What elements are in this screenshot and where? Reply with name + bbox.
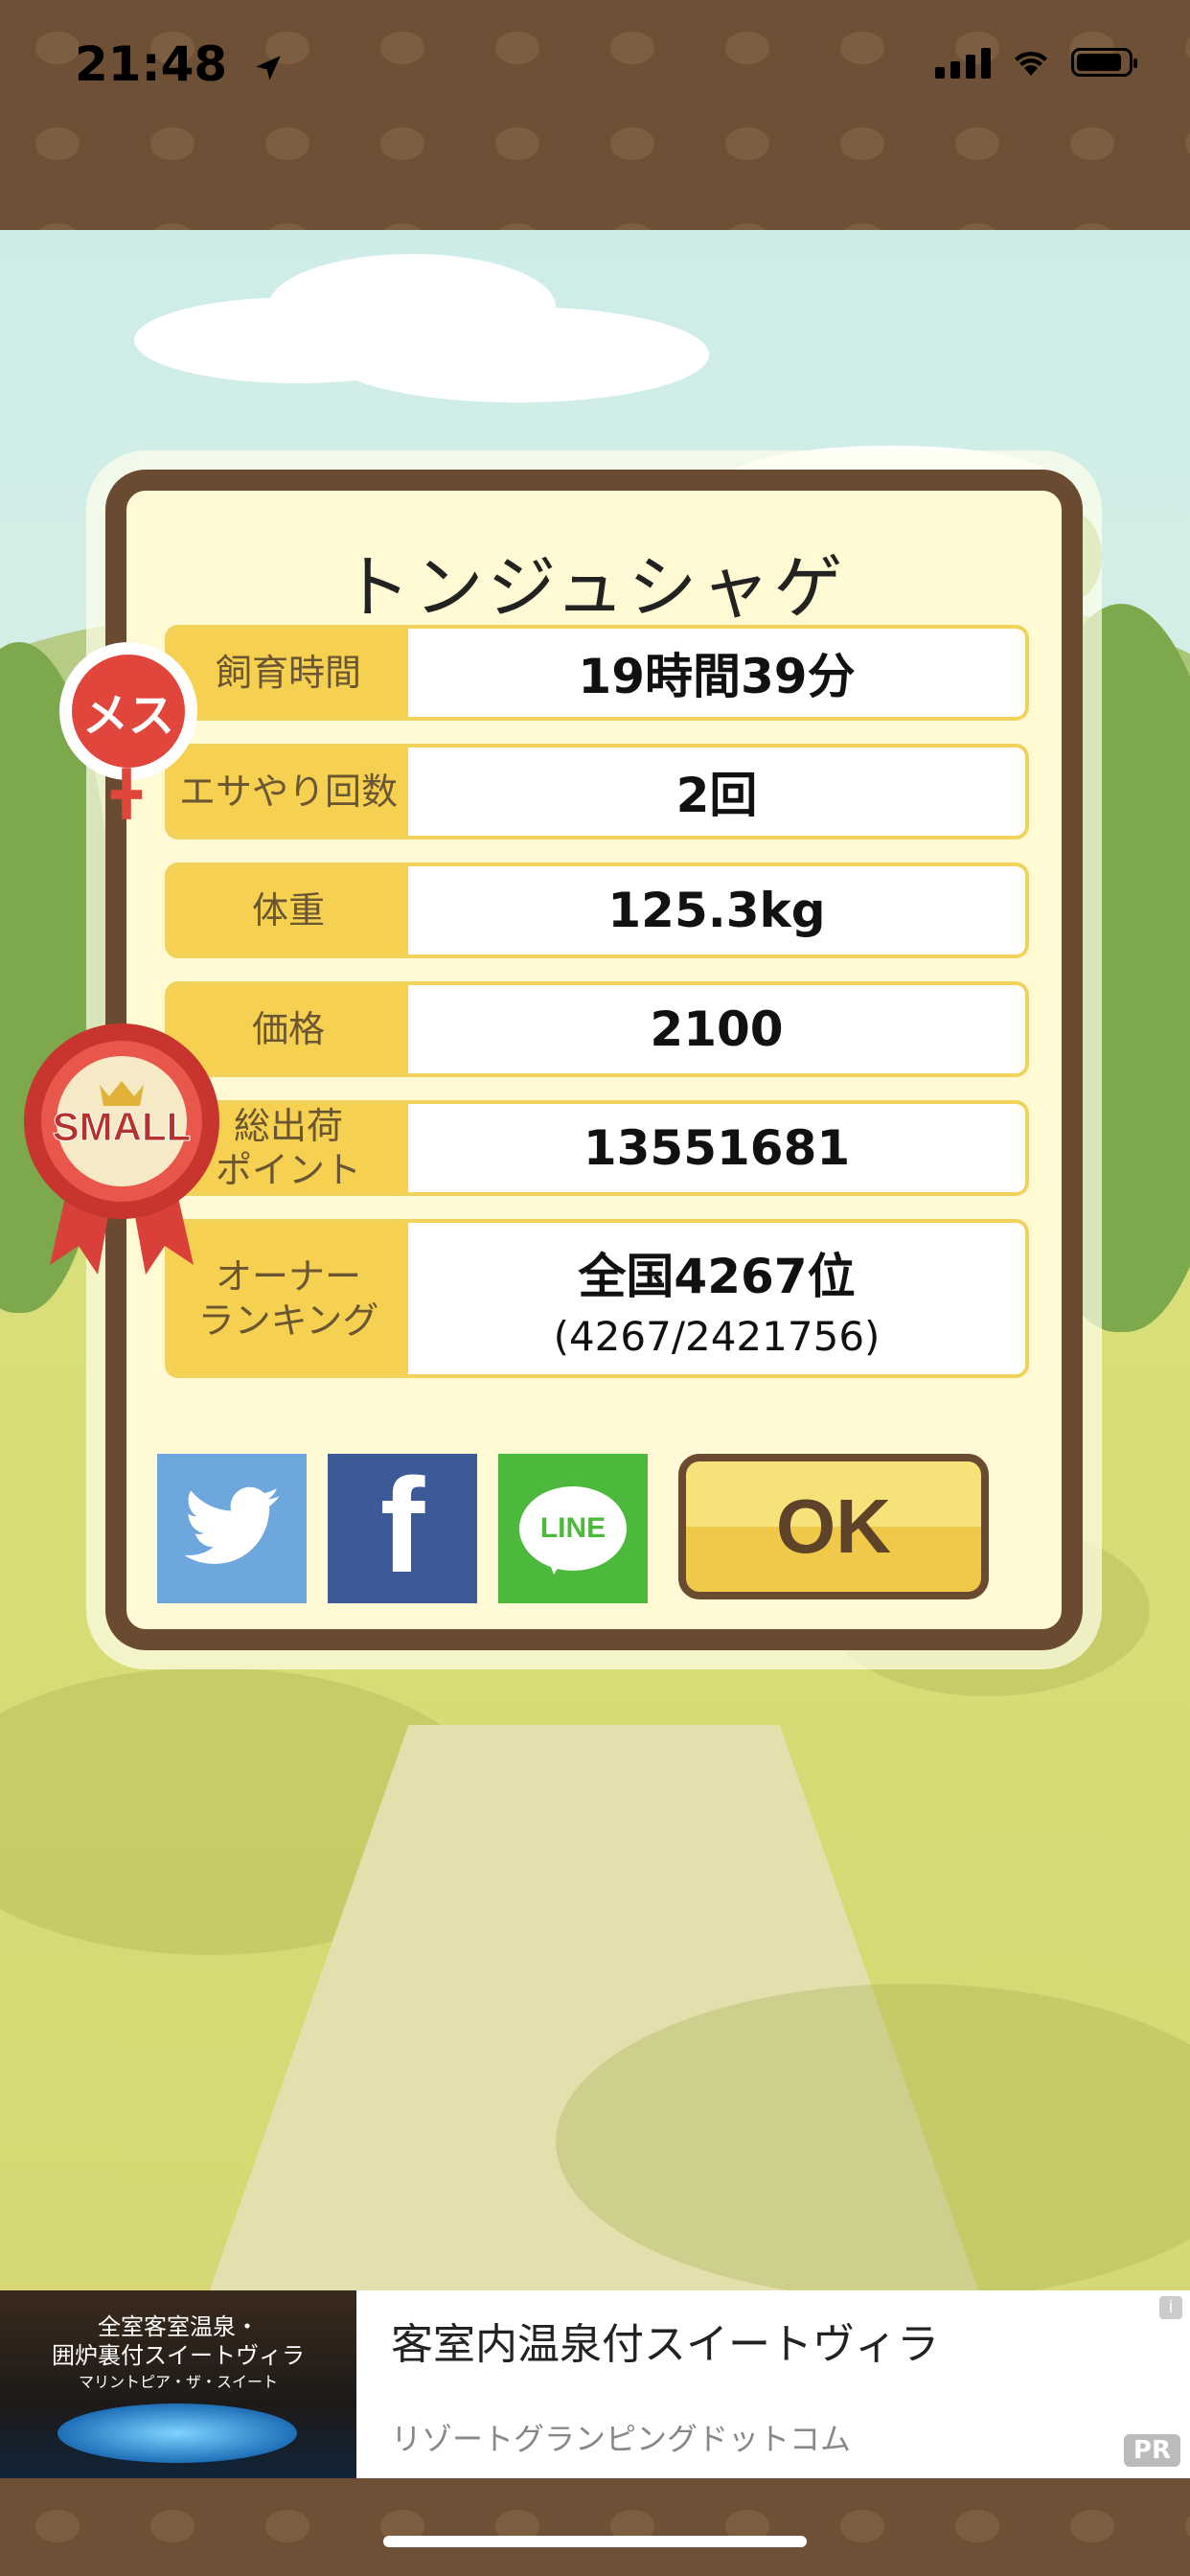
status-bar: 21:48	[0, 0, 1190, 230]
status-indicators	[935, 46, 1137, 79]
line-logo-text: LINE	[539, 1512, 606, 1544]
ad-image[interactable]: 全室客室温泉・ 囲炉裏付スイートヴィラ マリントピア・ザ・スイート	[0, 2290, 356, 2478]
home-indicator[interactable]	[383, 2536, 807, 2547]
stat-label: 体重	[169, 866, 408, 954]
twitter-bird-icon	[184, 1486, 280, 1564]
small-size-ribbon-badge: SMALL	[24, 1024, 219, 1275]
stat-value-text: 19時間39分	[578, 649, 856, 704]
clock-text: 21:48	[75, 36, 228, 92]
wifi-icon	[1015, 51, 1047, 76]
stat-row-weight: 体重 125.3kg	[165, 862, 1029, 958]
stat-value: 13551681	[408, 1104, 1025, 1192]
stat-value: 2回	[408, 748, 1025, 836]
ad-image-caption: マリントピア・ザ・スイート	[78, 2373, 278, 2391]
status-time: 21:48	[75, 36, 285, 92]
stat-value: 19時間39分	[408, 629, 1025, 717]
line-share-button[interactable]: LINE	[498, 1454, 648, 1603]
ad-banner[interactable]: 全室客室温泉・ 囲炉裏付スイートヴィラ マリントピア・ザ・スイート 客室内温泉付…	[0, 2290, 1190, 2478]
size-badge-text: SMALL	[53, 1104, 192, 1149]
result-dialog: トンジュシャゲ 飼育時間 19時間39分 エサやり回数 2回 体重 125.3k…	[105, 470, 1083, 1650]
stat-value: 125.3kg	[408, 866, 1025, 954]
stat-row-total-shipping-points: 総出荷 ポイント 13551681	[165, 1100, 1029, 1196]
stat-value-text: 全国4267位	[578, 1248, 856, 1304]
twitter-share-button[interactable]	[157, 1454, 307, 1603]
battery-icon	[1071, 48, 1137, 77]
stat-value: 全国4267位 (4267/2421756)	[408, 1223, 1025, 1374]
female-gender-badge: メス	[59, 642, 197, 780]
ok-button[interactable]: OK	[678, 1454, 989, 1599]
ranking-detail: (4267/2421756)	[553, 1312, 881, 1360]
stat-row-feeding-count: エサやり回数 2回	[165, 744, 1029, 840]
stat-value-text: 2100	[650, 1001, 784, 1057]
facebook-f-icon: f	[379, 1454, 425, 1600]
facebook-share-button[interactable]: f	[328, 1454, 477, 1603]
gender-label: メス	[72, 655, 185, 768]
location-arrow-icon	[255, 55, 281, 80]
ad-advertiser[interactable]: リゾートグランピングドットコム	[391, 2415, 851, 2459]
bottom-background	[0, 2478, 1190, 2576]
stat-value-text: 2回	[675, 768, 758, 823]
line-logo-icon: LINE	[519, 1486, 627, 1575]
ad-pr-badge: PR	[1123, 2434, 1180, 2467]
stat-value-text: 125.3kg	[607, 883, 826, 938]
stat-label: エサやり回数	[169, 748, 408, 836]
stat-row-breeding-time: 飼育時間 19時間39分	[165, 625, 1029, 721]
stat-value: 2100	[408, 985, 1025, 1073]
ad-info-icon[interactable]: i	[1159, 2296, 1182, 2319]
stat-label: 飼育時間	[169, 629, 408, 717]
ad-image-caption: 囲炉裏付スイートヴィラ	[52, 2342, 305, 2369]
creature-name: トンジュシャゲ	[341, 547, 847, 628]
stat-row-price: 価格 2100	[165, 981, 1029, 1077]
ad-headline[interactable]: 客室内温泉付スイートヴィラ	[391, 2310, 939, 2371]
stat-row-owner-ranking: オーナー ランキング 全国4267位 (4267/2421756)	[165, 1219, 1029, 1378]
cellular-signal-icon	[935, 46, 991, 79]
stat-value-text: 13551681	[583, 1120, 851, 1176]
female-symbol-icon	[110, 768, 143, 819]
